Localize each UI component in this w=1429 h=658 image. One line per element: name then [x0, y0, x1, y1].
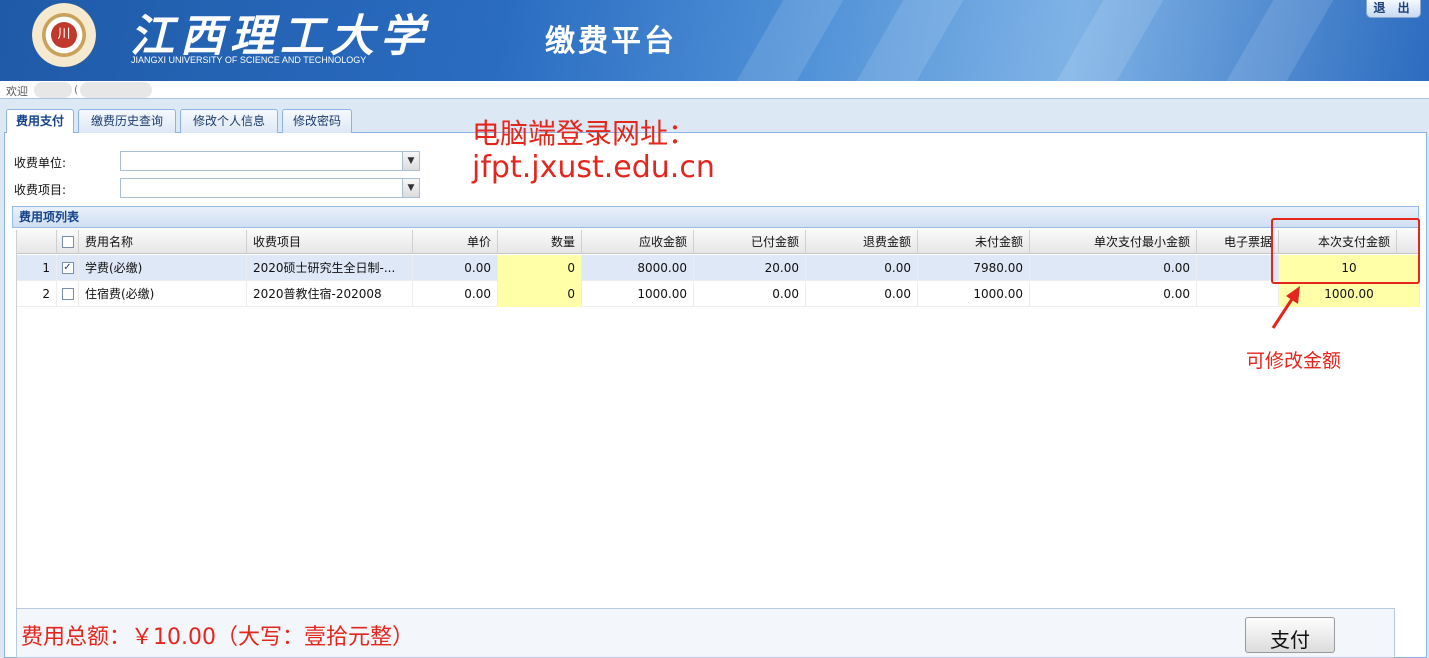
einvoice[interactable]	[1197, 255, 1279, 281]
select-all-checkbox[interactable]	[61, 235, 74, 248]
paid-amount: 0.00	[694, 281, 806, 307]
refund-amount: 0.00	[806, 281, 918, 307]
col-unpaid[interactable]: 未付金额	[918, 230, 1030, 254]
banner-stripe	[856, 0, 964, 81]
university-name-en: JIANGXI UNIVERSITY OF SCIENCE AND TECHNO…	[131, 55, 367, 65]
fee-list-title: 费用项列表	[12, 206, 1419, 228]
summary-bar: 费用总额：￥10.00（大写：壹拾元整）	[16, 608, 1395, 658]
col-min-payment[interactable]: 单次支付最小金额	[1030, 230, 1197, 254]
redacted-userid	[80, 82, 152, 98]
fee-name: 学费(必缴)	[79, 255, 247, 281]
table-row[interactable]: 2 住宿费(必缴) 2020普教住宿-202008 0.00 0 1000.00…	[17, 281, 1420, 307]
chevron-down-icon[interactable]: ▼	[402, 179, 419, 197]
logout-button[interactable]: 退 出	[1366, 0, 1421, 18]
highlight-box	[1271, 218, 1420, 284]
row-number: 2	[17, 281, 57, 307]
col-receivable[interactable]: 应收金额	[582, 230, 694, 254]
refund-amount: 0.00	[806, 255, 918, 281]
fee-project: 2020普教住宿-202008	[247, 281, 413, 307]
redacted-username	[34, 82, 72, 98]
col-rownum	[17, 230, 57, 254]
welcome-text: 欢迎	[6, 85, 28, 98]
banner-stripe	[1056, 0, 1164, 81]
tab-payment-history[interactable]: 缴费历史查询	[78, 109, 176, 133]
welcome-paren: (	[74, 83, 79, 96]
receivable-amount: 8000.00	[582, 255, 694, 281]
tab-fee-payment[interactable]: 费用支付	[6, 109, 74, 134]
fee-unit-label: 收费单位:	[14, 156, 67, 170]
platform-title: 缴费平台	[545, 24, 677, 59]
col-unit-price[interactable]: 单价	[413, 230, 498, 254]
col-refund[interactable]: 退费金额	[806, 230, 918, 254]
min-payment: 0.00	[1030, 281, 1197, 307]
grid-header: 费用名称 收费项目 单价 数量 应收金额 已付金额 退费金额 未付金额 单次支付…	[17, 230, 1420, 254]
unpaid-amount: 1000.00	[918, 281, 1030, 307]
tab-edit-profile[interactable]: 修改个人信息	[180, 109, 278, 133]
fee-project: 2020硕士研究生全日制-...	[247, 255, 413, 281]
col-paid[interactable]: 已付金额	[694, 230, 806, 254]
total-amount: 费用总额：￥10.00（大写：壹拾元整）	[21, 625, 414, 650]
unpaid-amount: 7980.00	[918, 255, 1030, 281]
col-fee-name[interactable]: 费用名称	[79, 230, 247, 254]
einvoice[interactable]	[1197, 281, 1279, 307]
row-checkbox[interactable]: ✓	[57, 255, 79, 281]
min-payment: 0.00	[1030, 255, 1197, 281]
welcome-bar: 欢迎 (	[0, 81, 1429, 99]
chevron-down-icon[interactable]: ▼	[402, 152, 419, 170]
checkbox-icon[interactable]	[61, 287, 74, 300]
banner-stripe	[1226, 0, 1334, 81]
unit-price: 0.00	[413, 281, 498, 307]
modify-amount-caption: 可修改金额	[1246, 350, 1342, 372]
logo-emblem: 川	[51, 22, 77, 48]
login-url-caption: 电脑端登录网址：	[472, 117, 697, 150]
paid-amount: 20.00	[694, 255, 806, 281]
fee-grid: 费用名称 收费项目 单价 数量 应收金额 已付金额 退费金额 未付金额 单次支付…	[16, 230, 1420, 608]
fee-name: 住宿费(必缴)	[79, 281, 247, 307]
fee-unit-select[interactable]: ▼	[120, 151, 420, 171]
tab-bar: 费用支付 缴费历史查询 修改个人信息 修改密码	[4, 107, 1427, 134]
tab-change-password[interactable]: 修改密码	[282, 109, 352, 133]
row-number: 1	[17, 255, 57, 281]
receivable-amount: 1000.00	[582, 281, 694, 307]
header-banner: 川 江西理工大学 JIANGXI UNIVERSITY OF SCIENCE A…	[0, 0, 1429, 81]
arrow-up-icon	[1271, 286, 1300, 329]
login-url: jfpt.jxust.edu.cn	[472, 150, 715, 185]
pay-button[interactable]: 支付	[1245, 617, 1335, 653]
row-checkbox[interactable]	[57, 281, 79, 307]
fee-item-label: 收费项目:	[14, 183, 67, 197]
col-quantity[interactable]: 数量	[498, 230, 582, 254]
col-select-all[interactable]	[57, 230, 79, 254]
col-einvoice[interactable]: 电子票据	[1197, 230, 1279, 254]
quantity-input[interactable]: 0	[498, 255, 582, 281]
university-logo: 川	[32, 3, 96, 67]
unit-price: 0.00	[413, 255, 498, 281]
quantity-input[interactable]: 0	[498, 281, 582, 307]
check-icon[interactable]: ✓	[61, 261, 74, 274]
table-row[interactable]: 1 ✓ 学费(必缴) 2020硕士研究生全日制-... 0.00 0 8000.…	[17, 255, 1420, 281]
banner-stripe	[736, 0, 844, 81]
col-fee-project[interactable]: 收费项目	[247, 230, 413, 254]
fee-item-select[interactable]: ▼	[120, 178, 420, 198]
